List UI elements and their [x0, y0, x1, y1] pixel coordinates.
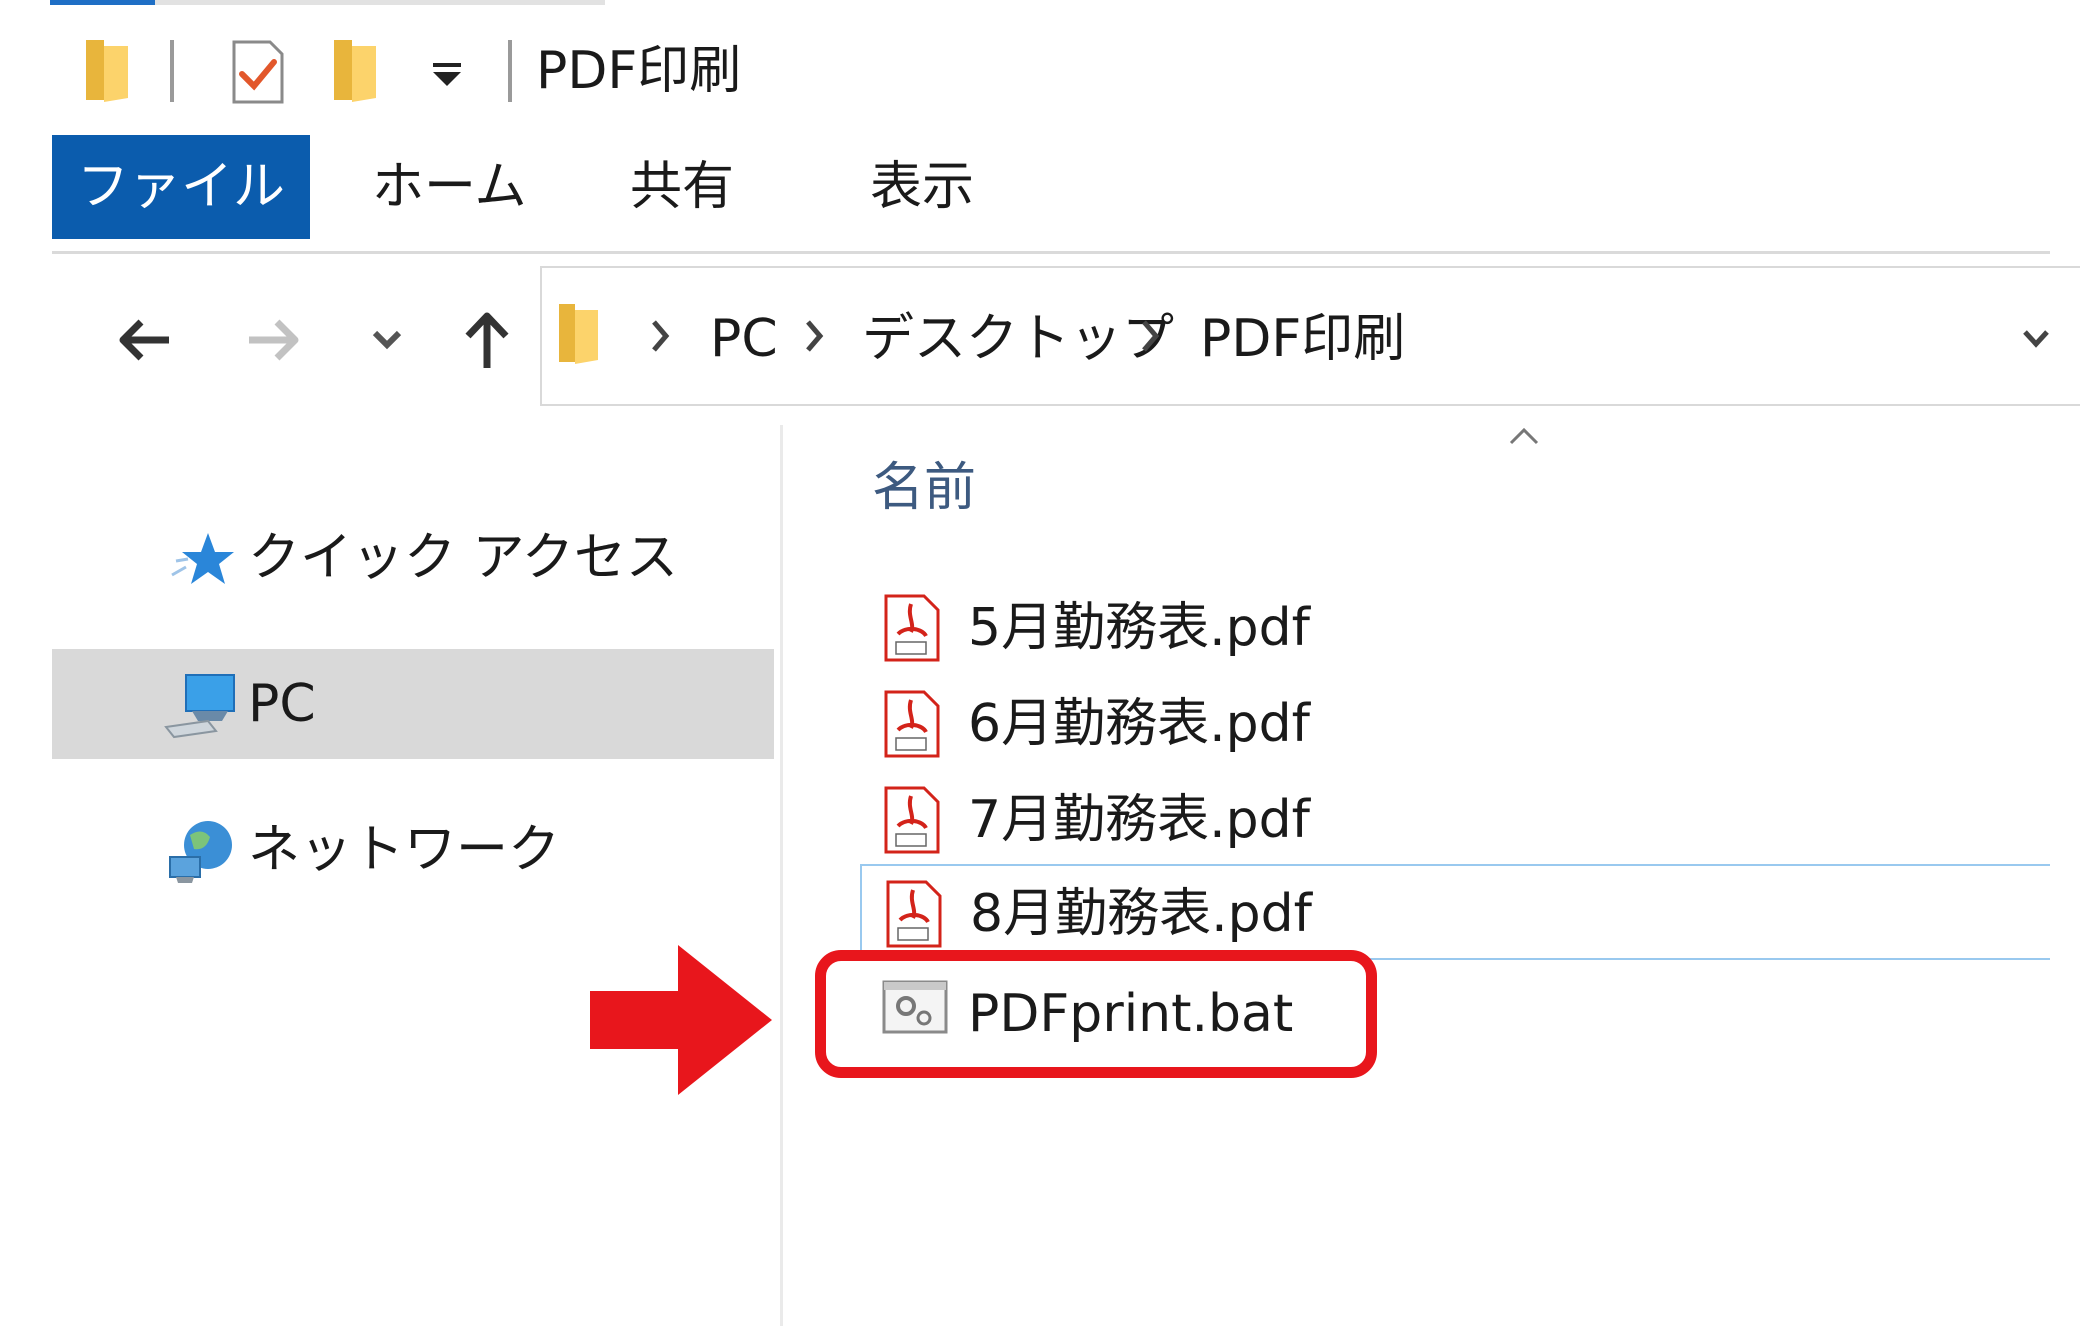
- column-header-name[interactable]: 名前: [872, 455, 976, 521]
- qat-separator: [170, 40, 174, 102]
- nav-item-label: ネットワーク: [248, 820, 561, 880]
- arrow-left-icon: [119, 319, 169, 361]
- address-folder-icon: [556, 302, 602, 370]
- recent-locations-button[interactable]: [362, 300, 412, 380]
- folder-icon[interactable]: [82, 38, 134, 108]
- pane-divider: [780, 425, 783, 1326]
- pdf-icon: [884, 594, 940, 662]
- file-name: 8月勤務表.pdf: [970, 884, 1312, 944]
- file-name: 6月勤務表.pdf: [968, 694, 1310, 754]
- properties-check-icon[interactable]: [230, 38, 286, 110]
- up-button[interactable]: [452, 300, 522, 380]
- breadcrumb-current-folder[interactable]: PDF印刷: [1200, 306, 1405, 372]
- nav-item-pc[interactable]: PC: [52, 649, 774, 759]
- sort-ascending-icon[interactable]: [1508, 425, 1540, 451]
- breadcrumb-pc[interactable]: PC: [710, 306, 778, 372]
- ribbon-divider: [52, 251, 2050, 254]
- nav-item-network[interactable]: ネットワーク: [52, 795, 774, 905]
- file-row[interactable]: 6月勤務表.pdf: [860, 676, 2050, 772]
- tab-home[interactable]: ホーム: [372, 135, 526, 239]
- chevron-down-icon: [372, 330, 402, 350]
- breadcrumb-chevron-icon: [650, 318, 672, 358]
- back-button[interactable]: [108, 300, 178, 380]
- pdf-icon: [884, 786, 940, 854]
- highlight-box: [815, 950, 1377, 1078]
- nav-item-label: クイック アクセス: [248, 528, 678, 588]
- nav-item-label: PC: [248, 674, 316, 734]
- file-row[interactable]: 7月勤務表.pdf: [860, 772, 2050, 868]
- tab-view[interactable]: 表示: [870, 135, 974, 239]
- window-top-accent: [50, 0, 155, 5]
- breadcrumb-chevron-icon: [1140, 318, 1162, 358]
- arrow-right-icon: [249, 319, 299, 361]
- breadcrumb-desktop[interactable]: デスクトップ: [862, 306, 1174, 372]
- pdf-icon: [884, 690, 940, 758]
- window-title: PDF印刷: [536, 41, 742, 101]
- nav-item-quick-access[interactable]: クイック アクセス: [52, 503, 774, 613]
- file-name: 5月勤務表.pdf: [968, 598, 1310, 658]
- pdf-icon: [886, 880, 942, 948]
- star-icon: [171, 533, 234, 584]
- arrow-up-icon: [465, 312, 509, 368]
- new-folder-icon[interactable]: [330, 38, 382, 108]
- network-icon: [169, 821, 232, 883]
- forward-button[interactable]: [240, 300, 310, 380]
- address-history-dropdown-icon[interactable]: [2022, 328, 2050, 354]
- computer-icon: [164, 674, 235, 739]
- file-row-hovered[interactable]: 8月勤務表.pdf: [860, 864, 2050, 960]
- pointer-arrow-icon: [590, 945, 775, 1099]
- tab-file[interactable]: ファイル: [52, 135, 310, 239]
- breadcrumb-chevron-icon: [804, 318, 826, 358]
- qat-separator: [508, 40, 512, 102]
- customize-dropdown-icon[interactable]: [430, 60, 464, 92]
- file-name: 7月勤務表.pdf: [968, 790, 1310, 850]
- file-row[interactable]: 5月勤務表.pdf: [860, 580, 2050, 676]
- window-top-strip: [155, 0, 605, 5]
- tab-share[interactable]: 共有: [630, 135, 734, 239]
